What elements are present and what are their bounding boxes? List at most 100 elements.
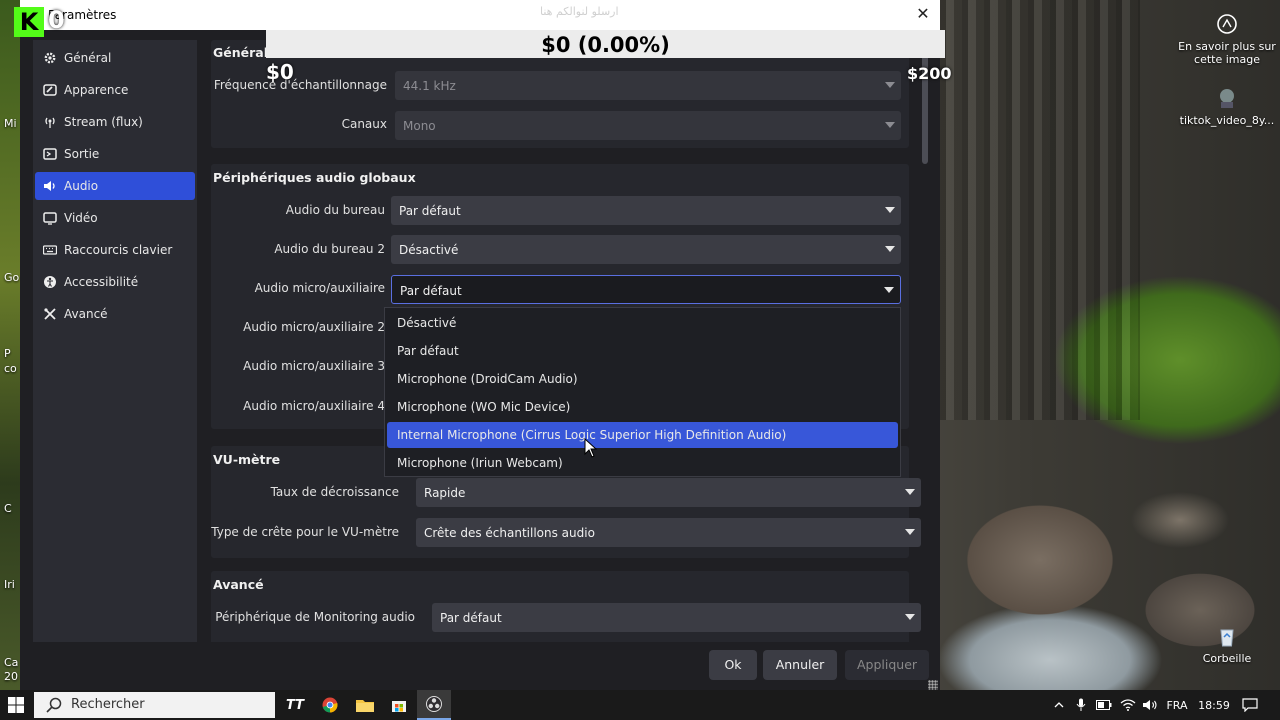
desktop-audio-2-select[interactable]: Désactivé <box>391 235 901 264</box>
window-titlebar[interactable]: Paramètres ✕ <box>20 0 940 30</box>
clock-time[interactable]: 18:59 <box>1196 690 1232 720</box>
keyboard-icon <box>42 242 58 258</box>
section-title-global-audio: Périphériques audio globaux <box>213 170 416 185</box>
sidebar-item-accessibility[interactable]: Accessibilité <box>35 268 195 296</box>
tiktok-file-desktop-icon[interactable]: tiktok_video_8y... <box>1172 86 1280 127</box>
wallpaper-cliff <box>940 0 1140 420</box>
palette-icon <box>42 82 58 98</box>
wifi-icon[interactable] <box>1118 690 1138 720</box>
search-placeholder: Rechercher <box>71 697 145 712</box>
advanced-group: Avancé Périphérique de Monitoring audio … <box>211 571 921 642</box>
learn-more-label: En savoir plus sur cette image <box>1178 40 1276 66</box>
goal-end-amount: $200 <box>907 64 952 83</box>
section-title-general: Général <box>213 45 268 60</box>
chevron-up-icon[interactable] <box>1050 690 1068 720</box>
video-file-icon <box>1215 86 1239 110</box>
cancel-button[interactable]: Annuler <box>763 650 837 680</box>
broadcast-icon <box>42 114 58 130</box>
sidebar-item-label: Général <box>64 51 112 65</box>
output-icon <box>42 146 58 162</box>
content-scrollbar[interactable] <box>922 44 928 164</box>
battery-icon[interactable] <box>1094 690 1114 720</box>
chevron-down-icon <box>885 207 895 213</box>
desktop-edge-label: Iri <box>4 578 15 591</box>
ok-button[interactable]: Ok <box>709 650 757 680</box>
camera-icon <box>1215 12 1239 36</box>
windows-start-icon[interactable] <box>0 690 32 720</box>
monitoring-device-label: Périphérique de Monitoring audio <box>215 610 415 624</box>
store-icon[interactable] <box>382 690 416 720</box>
file-explorer-icon[interactable] <box>348 690 382 720</box>
sidebar-item-label: Avancé <box>64 307 108 321</box>
section-title-vu-meter: VU-mètre <box>213 452 281 467</box>
apply-button[interactable]: Appliquer <box>845 650 929 680</box>
logo-letter: K <box>14 7 44 37</box>
desktop-edge-label: Ca <box>4 656 19 669</box>
taskbar-search-box[interactable]: Rechercher <box>34 692 275 718</box>
sidebar-item-video[interactable]: Vidéo <box>35 204 195 232</box>
notifications-icon[interactable] <box>1238 690 1262 720</box>
sample-rate-label: Fréquence d'échantillonnage <box>213 78 387 92</box>
chevron-down-icon <box>905 489 915 495</box>
chevron-down-icon <box>885 122 895 128</box>
peak-type-select[interactable]: Crête des échantillons audio <box>416 518 921 547</box>
desktop-edge-label: Mi <box>4 117 17 130</box>
resize-grip[interactable] <box>928 680 938 690</box>
language-indicator[interactable]: FRA <box>1162 690 1192 720</box>
donation-goal-bar: $0 (0.00%) <box>266 30 945 58</box>
desktop-edge-label: co <box>4 362 17 375</box>
overlay-arabic-text: ارسلو لنوالكم هنا <box>540 5 619 18</box>
mic-aux-2-label: Audio micro/auxiliaire 2 <box>243 320 385 334</box>
chrome-icon[interactable] <box>313 690 347 720</box>
dropdown-option-highlighted[interactable]: Internal Microphone (Cirrus Logic Superi… <box>387 422 898 448</box>
mouse-cursor-icon <box>584 438 598 458</box>
desktop-edge-label: C <box>4 502 12 515</box>
channels-label: Canaux <box>341 117 387 131</box>
tools-icon <box>42 306 58 322</box>
gear-icon <box>42 50 58 66</box>
sidebar-item-label: Apparence <box>64 83 129 97</box>
kick-logo: K 0 <box>10 4 72 38</box>
decay-rate-select[interactable]: Rapide <box>416 478 921 507</box>
chevron-down-icon <box>885 246 895 252</box>
dropdown-option[interactable]: Désactivé <box>387 310 898 336</box>
chevron-down-icon <box>905 529 915 535</box>
channels-select[interactable]: Mono <box>395 111 901 140</box>
settings-sidebar: Général Apparence Stream (flux) Sortie A… <box>33 40 197 642</box>
goal-start-amount: $0 <box>266 60 294 84</box>
sidebar-item-label: Stream (flux) <box>64 115 143 129</box>
learn-more-desktop-icon[interactable]: En savoir plus sur cette image <box>1172 12 1280 66</box>
sidebar-item-label: Vidéo <box>64 211 98 225</box>
desktop-audio-select[interactable]: Par défaut <box>391 196 901 225</box>
monitor-icon <box>42 210 58 226</box>
desktop-edge-label: Go <box>4 271 20 284</box>
sidebar-item-audio[interactable]: Audio <box>35 172 195 200</box>
sidebar-item-output[interactable]: Sortie <box>35 140 195 168</box>
mic-aux-dropdown-list: Désactivé Par défaut Microphone (DroidCa… <box>384 307 901 477</box>
sample-rate-select[interactable]: 44.1 kHz <box>395 71 901 100</box>
sidebar-item-hotkeys[interactable]: Raccourcis clavier <box>35 236 195 264</box>
dropdown-option[interactable]: Par défaut <box>387 338 898 364</box>
dropdown-option[interactable]: Microphone (Iriun Webcam) <box>387 450 898 476</box>
sidebar-item-appearance[interactable]: Apparence <box>35 76 195 104</box>
microphone-icon[interactable] <box>1072 690 1090 720</box>
recycle-bin-desktop-icon[interactable]: Corbeille <box>1172 624 1280 665</box>
taskbar: Rechercher TT FRA 18:59 <box>0 690 1280 720</box>
search-icon <box>46 697 62 713</box>
chevron-down-icon <box>884 287 894 293</box>
monitoring-device-select[interactable]: Par défaut <box>432 603 921 632</box>
tiktok-icon[interactable]: TT <box>278 690 312 720</box>
sidebar-item-label: Raccourcis clavier <box>64 243 173 257</box>
peak-type-label: Type de crête pour le VU-mètre <box>211 525 399 539</box>
chevron-down-icon <box>905 614 915 620</box>
volume-icon[interactable] <box>1140 690 1160 720</box>
dropdown-option[interactable]: Microphone (DroidCam Audio) <box>387 366 898 392</box>
sidebar-item-general[interactable]: Général <box>35 44 195 72</box>
dropdown-option[interactable]: Microphone (WO Mic Device) <box>387 394 898 420</box>
mic-aux-select[interactable]: Par défaut <box>391 275 901 304</box>
mic-aux-4-label: Audio micro/auxiliaire 4 <box>243 399 385 413</box>
sidebar-item-stream[interactable]: Stream (flux) <box>35 108 195 136</box>
close-icon[interactable]: ✕ <box>914 5 932 23</box>
sidebar-item-advanced[interactable]: Avancé <box>35 300 195 328</box>
obs-icon[interactable] <box>417 690 451 720</box>
